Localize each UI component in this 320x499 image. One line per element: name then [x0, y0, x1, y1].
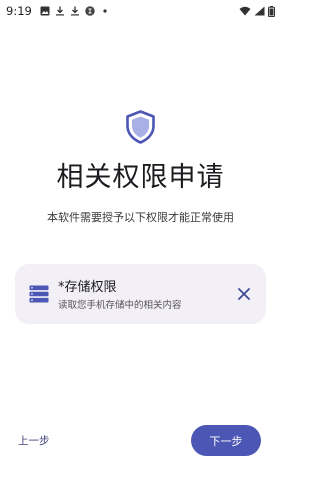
dot-icon: [100, 6, 110, 16]
storage-icon: [29, 285, 49, 303]
status-bar-right: [239, 5, 275, 17]
download-icon: [55, 6, 65, 16]
shield-icon: [125, 110, 156, 144]
previous-button[interactable]: 上一步: [18, 433, 50, 448]
app-notification-icon: [85, 6, 95, 16]
status-bar-left: 9:19: [6, 4, 110, 18]
battery-icon: [268, 5, 275, 17]
page-title: 相关权限申请: [56, 162, 225, 193]
close-icon[interactable]: [236, 286, 252, 302]
permission-title: *存储权限: [58, 280, 117, 295]
wifi-icon: [239, 6, 251, 16]
signal-icon: [254, 6, 265, 16]
download-icon: [70, 6, 80, 16]
permission-card-storage: *存储权限 读取您手机存储中的相关内容: [15, 264, 266, 324]
image-icon: [40, 6, 50, 16]
permission-description: 读取您手机存储中的相关内容: [58, 300, 182, 311]
status-time: 9:19: [6, 4, 32, 18]
page-subtitle: 本软件需要授予以下权限才能正常使用: [47, 211, 234, 224]
status-bar: 9:19: [0, 0, 281, 22]
next-button[interactable]: 下一步: [191, 425, 261, 456]
